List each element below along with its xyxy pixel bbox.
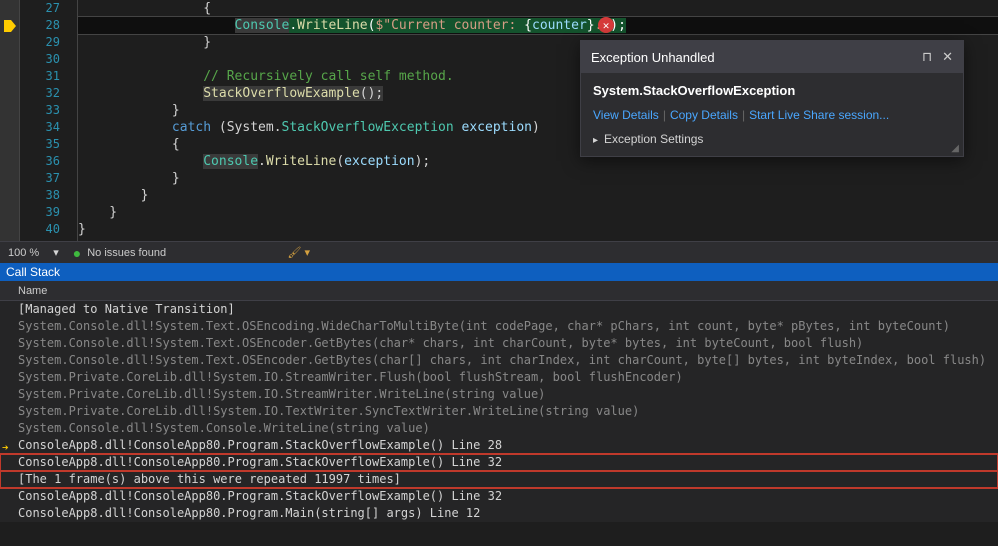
breakpoint-gutter[interactable] [0,0,20,241]
editor-status-bar: 100 % ▾ ●No issues found 🖌 ▾ [0,241,998,263]
callstack-frame-text: [Managed to Native Transition] [18,302,235,316]
callstack-frame-text: System.Console.dll!System.Text.OSEncodin… [18,319,950,333]
callstack-row[interactable]: System.Private.CoreLib.dll!System.IO.Str… [0,386,998,403]
close-icon[interactable]: ✕ [942,49,953,65]
callstack-row[interactable]: ConsoleApp8.dll!ConsoleApp80.Program.Mai… [0,505,998,522]
code-editor[interactable]: 272829 303132 333435 363738 3940 { Conso… [0,0,998,241]
callstack-panel[interactable]: Name [Managed to Native Transition] Syste… [0,281,998,522]
pin-icon[interactable]: ⊓ [922,49,932,65]
callstack-frame-text: System.Console.dll!System.Text.OSEncoder… [18,336,863,350]
view-details-link[interactable]: View Details [593,108,659,122]
callstack-frame-text: ConsoleApp8.dll!ConsoleApp80.Program.Sta… [18,438,502,452]
callstack-row[interactable]: ConsoleApp8.dll!ConsoleApp80.Program.Sta… [0,488,998,505]
callstack-row[interactable]: System.Console.dll!System.Text.OSEncoder… [0,335,998,352]
copy-details-link[interactable]: Copy Details [670,108,738,122]
cleanup-icon[interactable]: 🖌 ▾ [287,246,310,259]
callstack-column-header[interactable]: Name [0,281,998,301]
callstack-row[interactable]: ➔ ConsoleApp8.dll!ConsoleApp80.Program.St… [0,437,998,454]
callstack-row[interactable]: System.Console.dll!System.Console.WriteL… [0,420,998,437]
callstack-row[interactable]: System.Private.CoreLib.dll!System.IO.Str… [0,369,998,386]
popup-titlebar[interactable]: Exception Unhandled ⊓ ✕ [581,41,963,73]
callstack-row[interactable]: [Managed to Native Transition] [0,301,998,318]
callstack-frame-text: System.Private.CoreLib.dll!System.IO.Str… [18,387,545,401]
callstack-row[interactable]: ConsoleApp8.dll!ConsoleApp80.Program.Sta… [0,454,998,471]
callstack-frame-text: System.Console.dll!System.Text.OSEncoder… [18,353,986,367]
exception-type-text: System.StackOverflowException [593,83,951,98]
callstack-row[interactable]: System.Console.dll!System.Text.OSEncoder… [0,352,998,369]
callstack-row[interactable]: [The 1 frame(s) above this were repeated… [0,471,998,488]
callstack-frame-text: ConsoleApp8.dll!ConsoleApp80.Program.Mai… [18,506,480,520]
line-number-gutter: 272829 303132 333435 363738 3940 [20,0,62,241]
callstack-frame-text: System.Private.CoreLib.dll!System.IO.Str… [18,370,683,384]
callstack-frame-text: System.Private.CoreLib.dll!System.IO.Tex… [18,404,639,418]
callstack-panel-title[interactable]: Call Stack [0,263,998,281]
exception-settings-expander[interactable]: Exception Settings [593,132,951,146]
exception-badge-icon[interactable]: ✕ [598,17,614,33]
current-statement-indicator [0,17,20,34]
callstack-row[interactable]: System.Console.dll!System.Text.OSEncodin… [0,318,998,335]
live-share-link[interactable]: Start Live Share session... [749,108,889,122]
check-icon: ● [73,245,81,261]
outlining-margin[interactable] [62,0,78,241]
exception-helper-popup: Exception Unhandled ⊓ ✕ System.StackOver… [580,40,964,157]
callstack-frame-text: System.Console.dll!System.Console.WriteL… [18,421,430,435]
current-frame-arrow-icon: ➔ [2,439,9,454]
issues-status[interactable]: ●No issues found [73,245,166,261]
callstack-frame-text: ConsoleApp8.dll!ConsoleApp80.Program.Sta… [18,489,502,503]
callstack-frame-text: [The 1 frame(s) above this were repeated… [18,472,401,486]
zoom-level[interactable]: 100 % [8,247,39,259]
popup-title-text: Exception Unhandled [591,50,715,65]
callstack-frame-text: ConsoleApp8.dll!ConsoleApp80.Program.Sta… [18,455,502,469]
popup-links: View Details|Copy Details|Start Live Sha… [593,108,951,122]
resize-grip-icon[interactable]: ◢ [951,143,959,154]
callstack-row[interactable]: System.Private.CoreLib.dll!System.IO.Tex… [0,403,998,420]
